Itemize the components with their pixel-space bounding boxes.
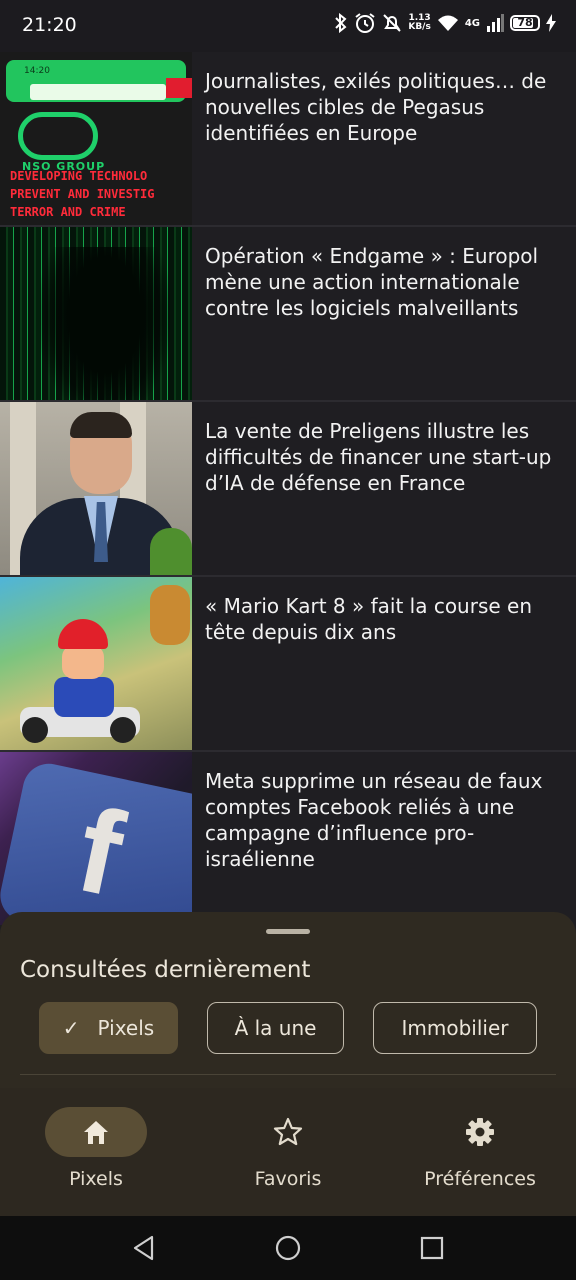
divider <box>20 1074 556 1075</box>
check-icon: ✓ <box>62 1016 80 1040</box>
recents-icon[interactable] <box>418 1234 446 1262</box>
article-thumbnail: 14:20 NSO GROUP DEVELOPING TECHNOLO PREV… <box>0 52 192 225</box>
chip-a-la-une[interactable]: À la une <box>207 1002 344 1054</box>
back-icon[interactable] <box>130 1234 158 1262</box>
article-title: Meta supprime un réseau de faux comptes … <box>205 769 543 871</box>
bluetooth-icon <box>335 13 347 33</box>
nav-label: Préférences <box>424 1168 536 1190</box>
status-bar: 21:20 1.13 KB/s 4G 78 <box>0 0 576 52</box>
home-icon <box>84 1121 108 1144</box>
nav-label: Pixels <box>69 1168 123 1190</box>
network-type: 4G <box>464 17 480 29</box>
nso-logo <box>18 112 98 160</box>
charging-icon <box>546 14 556 32</box>
recent-sheet: Consultées dernièrement ✓ Pixels À la un… <box>0 912 576 1092</box>
article-item[interactable]: « Mario Kart 8 » fait la course en tête … <box>0 577 576 752</box>
nav-item-favoris[interactable]: Favoris <box>192 1106 384 1206</box>
article-list: 14:20 NSO GROUP DEVELOPING TECHNOLO PREV… <box>0 52 576 925</box>
article-title: Journalistes, exilés politiques… de nouv… <box>205 69 547 145</box>
status-time: 21:20 <box>22 14 77 36</box>
article-item[interactable]: f Meta supprime un réseau de faux compte… <box>0 752 576 925</box>
nav-item-preferences[interactable]: Préférences <box>384 1106 576 1206</box>
article-item[interactable]: Opération « Endgame » : Europol mène une… <box>0 227 576 402</box>
drag-handle[interactable] <box>266 929 310 934</box>
article-title: Opération « Endgame » : Europol mène une… <box>205 244 539 320</box>
home-circle-icon[interactable] <box>274 1234 302 1262</box>
chip-immobilier[interactable]: Immobilier <box>373 1002 537 1054</box>
gear-icon <box>466 1118 494 1146</box>
recent-title: Consultées dernièrement <box>20 957 311 983</box>
article-title: La vente de Preligens illustre les diffi… <box>205 419 552 495</box>
system-navigation-bar <box>0 1216 576 1280</box>
signal-icon <box>487 14 504 32</box>
status-icons: 1.13 KB/s 4G 78 <box>334 12 556 34</box>
chip-pixels[interactable]: ✓ Pixels <box>39 1002 178 1054</box>
article-item[interactable]: 14:20 NSO GROUP DEVELOPING TECHNOLO PREV… <box>0 52 576 227</box>
battery-icon: 78 <box>510 15 540 31</box>
article-thumbnail <box>0 577 192 750</box>
article-thumbnail: f <box>0 752 192 925</box>
star-icon <box>273 1117 303 1146</box>
article-item[interactable]: La vente de Preligens illustre les diffi… <box>0 402 576 577</box>
network-speed: 1.13 KB/s <box>408 13 431 32</box>
nav-item-pixels[interactable]: Pixels <box>0 1106 192 1206</box>
article-thumbnail <box>0 227 192 400</box>
nav-label: Favoris <box>254 1168 322 1190</box>
alarm-icon <box>355 13 375 33</box>
bottom-navigation: Pixels Favoris Préférences <box>0 1088 576 1216</box>
mute-icon <box>383 14 402 32</box>
article-thumbnail <box>0 402 192 575</box>
article-title: « Mario Kart 8 » fait la course en tête … <box>205 594 533 644</box>
wifi-icon <box>437 15 458 31</box>
